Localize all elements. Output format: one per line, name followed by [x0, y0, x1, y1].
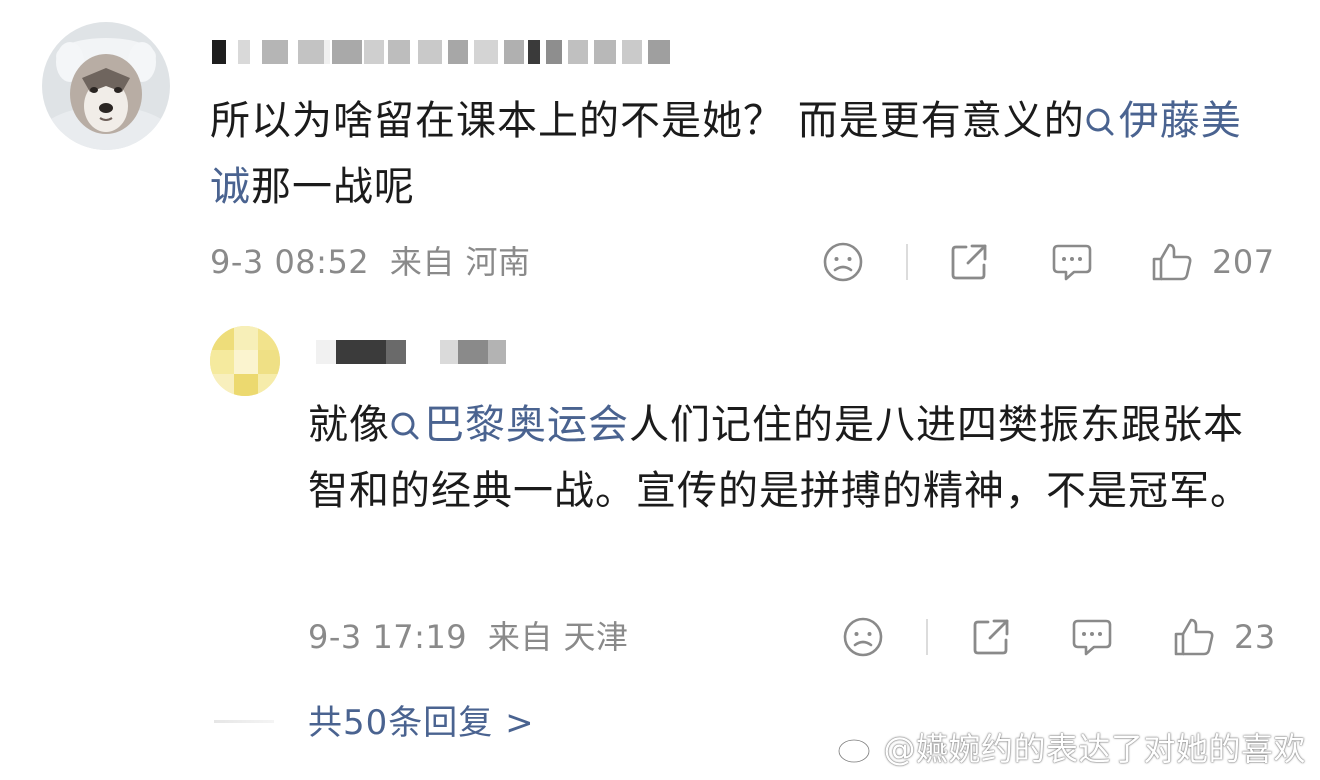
- commenter-username-censored[interactable]: [212, 40, 682, 64]
- reply-like-count: 23: [1234, 618, 1276, 656]
- search-topic-icon: [391, 412, 419, 440]
- weibo-logo-icon: [838, 732, 875, 764]
- comment-icon: [1052, 244, 1092, 281]
- comment-meta: 9-3 08:52 来自 河南: [210, 240, 531, 284]
- like-button[interactable]: 207: [1150, 240, 1275, 284]
- search-topic-icon: [1086, 108, 1114, 136]
- dislike-icon: [823, 242, 863, 282]
- comment-time: 9-3 08:52: [210, 243, 370, 281]
- reply-share-button[interactable]: [970, 615, 1012, 659]
- action-divider: [926, 619, 928, 655]
- topic-link-paris-olympics[interactable]: 巴黎奥运会: [390, 402, 629, 448]
- comment-text-before-topic: 所以为啥留在课本上的不是她？ 而是更有意义的: [210, 98, 1085, 144]
- replier-avatar[interactable]: [210, 326, 280, 396]
- mosaic-avatar-image: [210, 326, 280, 396]
- like-count: 207: [1212, 243, 1275, 281]
- reply-time: 9-3 17:19: [308, 618, 468, 656]
- action-divider: [906, 244, 908, 280]
- thumbs-up-icon: [1174, 618, 1214, 656]
- dislike-icon: [843, 617, 883, 657]
- dog-avatar-image: [42, 22, 170, 150]
- replier-username-censored[interactable]: [316, 340, 516, 364]
- comment-body: 所以为啥留在课本上的不是她？ 而是更有意义的 伊藤美诚那一战呢: [210, 88, 1270, 220]
- comment-icon: [1072, 619, 1112, 656]
- share-icon: [973, 619, 1009, 655]
- comment-location: 来自 河南: [389, 243, 531, 281]
- reply-dislike-button[interactable]: [842, 615, 884, 659]
- view-all-replies-link[interactable]: 共50条回复 >: [308, 700, 535, 746]
- reply-button[interactable]: [1050, 240, 1094, 284]
- reply-reply-button[interactable]: [1070, 615, 1114, 659]
- thumbs-up-icon: [1152, 243, 1192, 281]
- watermark-text: @嬿婉约的表达了对她的喜欢: [883, 730, 1306, 768]
- comment-text-after-topic: 那一战呢: [251, 164, 415, 210]
- reply-text-before-topic: 就像: [308, 402, 390, 448]
- share-icon: [951, 244, 987, 280]
- thread-line: [214, 720, 274, 723]
- dislike-button[interactable]: [822, 240, 864, 284]
- share-button[interactable]: [948, 240, 990, 284]
- reply-location: 来自 天津: [487, 618, 629, 656]
- commenter-avatar[interactable]: [42, 22, 170, 150]
- reply-meta: 9-3 17:19 来自 天津: [308, 615, 629, 659]
- reply-like-button[interactable]: 23: [1172, 615, 1276, 659]
- topic-label: 巴黎奥运会: [424, 402, 629, 448]
- reply-body: 就像 巴黎奥运会人们记住的是八进四樊振东跟张本智和的经典一战。宣传的是拼搏的精神，…: [308, 392, 1268, 524]
- weibo-watermark: @嬿婉约的表达了对她的喜欢: [837, 724, 1306, 770]
